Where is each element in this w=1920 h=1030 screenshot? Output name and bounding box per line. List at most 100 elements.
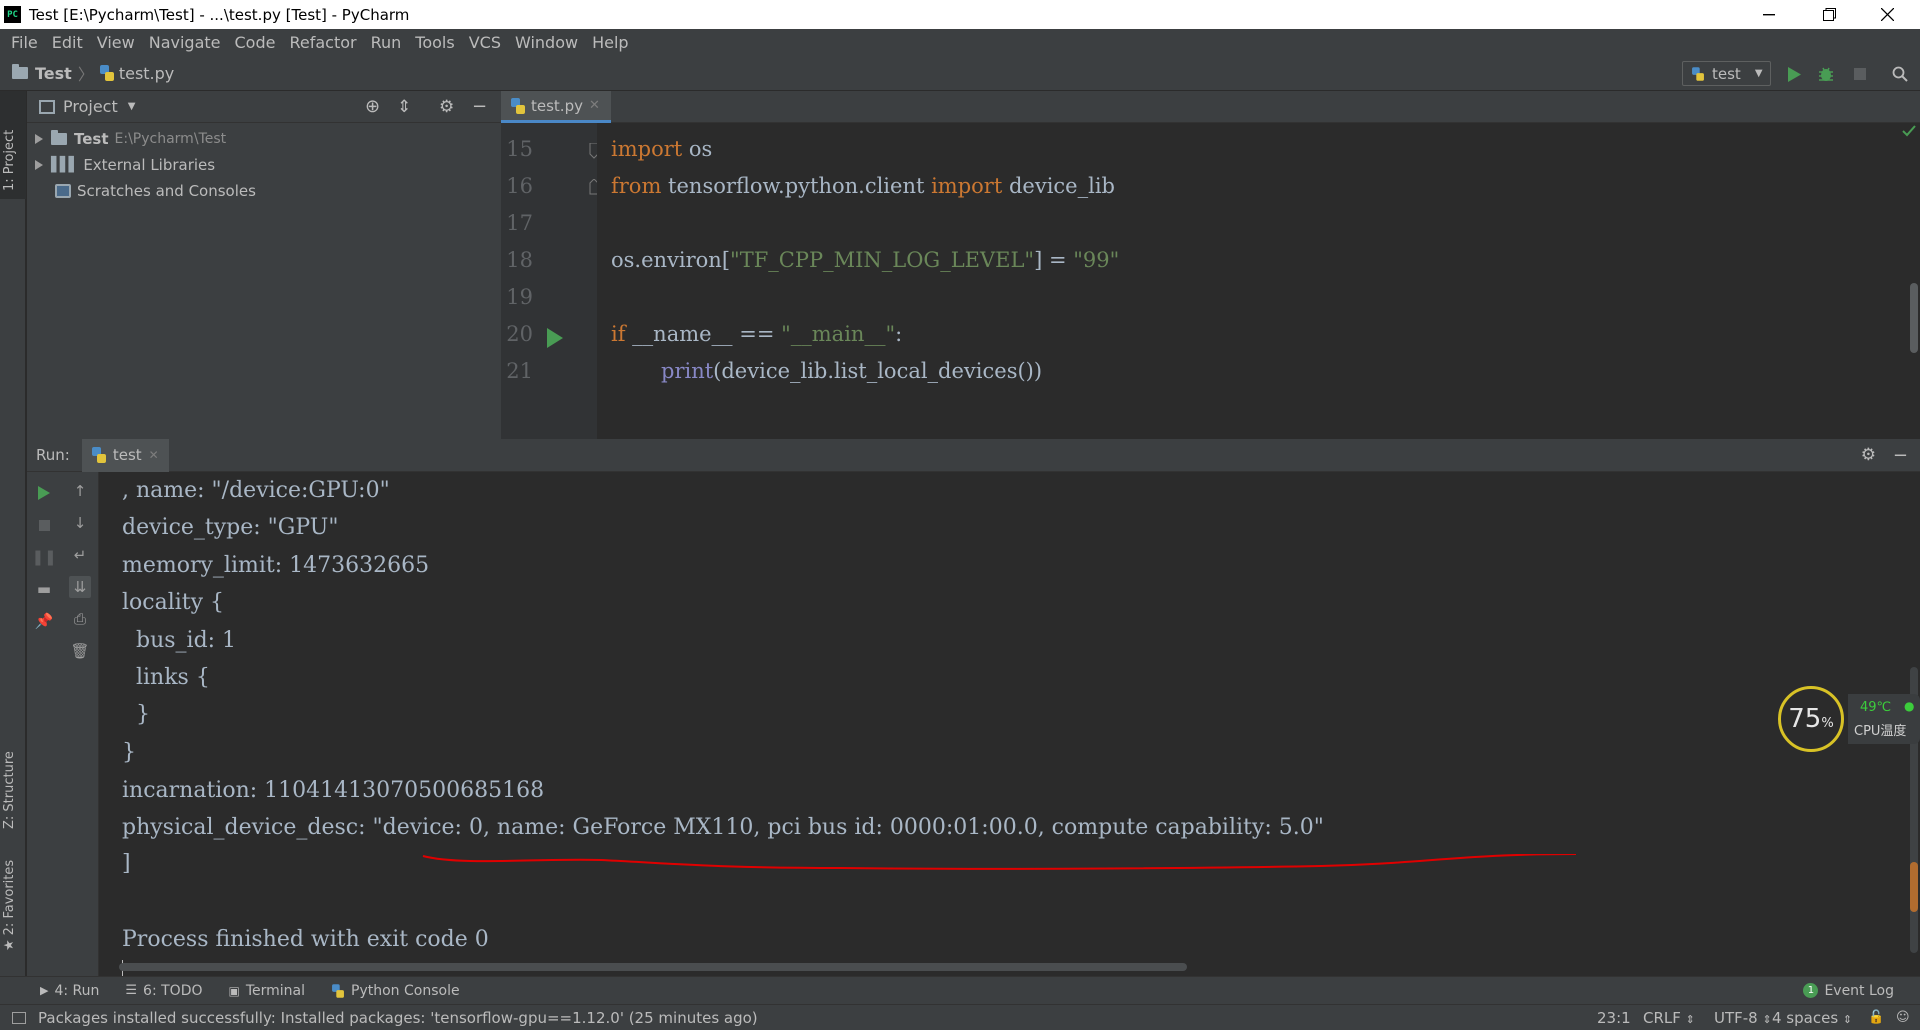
stop-button[interactable] [1850, 64, 1870, 84]
pause-output-button[interactable]: ❚❚ [31, 546, 57, 568]
menu-tools[interactable]: Tools [408, 33, 461, 52]
collapse-all-icon[interactable]: ⇕ [397, 97, 411, 117]
run-gutter-icon[interactable] [547, 328, 563, 348]
cpu-monitor-widget[interactable]: 75% 49℃ ● CPU温度 [1778, 686, 1920, 752]
expand-arrow-icon[interactable] [35, 134, 43, 144]
indent-setting[interactable]: 4 spaces ⇕ [1772, 1009, 1852, 1027]
run-console-output[interactable]: , name: "/device:GPU:0" device_type: "GP… [99, 472, 1920, 976]
cpu-usage-gauge: 75% [1778, 686, 1844, 752]
chevron-down-icon[interactable]: ▼ [128, 101, 136, 112]
tool-tab-run[interactable]: ▶ 4: Run [40, 983, 99, 999]
clear-all-button[interactable]: 🗑 [69, 640, 91, 662]
library-icon: ▌▌▌ [51, 157, 79, 173]
tree-item-external-libraries[interactable]: ▌▌▌ External Libraries [31, 152, 215, 178]
tool-tab-event-log[interactable]: 1 Event Log [1803, 983, 1894, 999]
menu-edit[interactable]: Edit [45, 33, 90, 52]
pin-icon: 📌 [34, 612, 54, 630]
minimize-button[interactable] [1740, 0, 1798, 29]
code-editor[interactable]: import os from tensorflow.python.client … [597, 123, 1920, 439]
gear-icon[interactable]: ⚙ [439, 97, 454, 117]
line-separator[interactable]: CRLF ⇕ [1643, 1009, 1695, 1027]
chevron-updown-icon: ⇕ [1685, 1012, 1695, 1026]
toggle-tool-windows-icon[interactable] [12, 1011, 26, 1024]
python-icon [91, 447, 106, 463]
run-tab-test[interactable]: test ✕ [81, 438, 169, 472]
restore-button[interactable] [1800, 0, 1858, 29]
pycharm-app-icon: PC [4, 6, 21, 23]
soft-wrap-button[interactable]: ↵ [69, 544, 91, 566]
code-line-21: print(device_lib.list_local_devices()) [661, 359, 1043, 383]
close-window-button[interactable] [1858, 0, 1916, 29]
scroll-up-button[interactable]: ↑ [69, 480, 91, 502]
hide-panel-icon[interactable]: − [1893, 445, 1908, 466]
code-line-20: if __name__ == "__main__": [611, 322, 903, 346]
tool-tab-terminal[interactable]: ▣ Terminal [229, 983, 306, 999]
editor-scrollbar[interactable] [1910, 283, 1918, 353]
print-button[interactable]: ⎙ [69, 608, 91, 630]
tool-tab-python-console[interactable]: Python Console [331, 983, 460, 999]
run-button[interactable] [1784, 64, 1804, 84]
menu-run[interactable]: Run [364, 33, 409, 52]
console-line: device_type: "GPU" [122, 515, 339, 540]
menu-navigate[interactable]: Navigate [142, 33, 228, 52]
console-line-device-desc: physical_device_desc: "device: 0, name: … [122, 815, 1324, 840]
stop-run-button[interactable] [33, 514, 55, 536]
tool-tab-project[interactable]: 1: Project [2, 130, 17, 191]
star-icon: ★ [2, 939, 17, 951]
close-tab-icon[interactable]: ✕ [149, 448, 159, 462]
debug-button[interactable] [1816, 64, 1836, 84]
menu-window[interactable]: Window [508, 33, 585, 52]
menu-vcs[interactable]: VCS [462, 33, 508, 52]
console-line: links { [122, 665, 210, 690]
lock-icon[interactable]: 🔓 [1868, 1010, 1884, 1025]
status-message[interactable]: Packages installed successfully: Install… [38, 1009, 758, 1027]
scroll-to-end-button[interactable]: ⇊ [69, 576, 91, 598]
soft-wrap-icon: ↵ [73, 546, 87, 564]
search-everywhere-button[interactable] [1890, 64, 1910, 84]
pin-tab-button[interactable]: 📌 [33, 610, 55, 632]
file-encoding[interactable]: UTF-8 ⇕ [1714, 1009, 1772, 1027]
tree-item-scratches[interactable]: Scratches and Consoles [55, 178, 256, 204]
editor-tab-test-py[interactable]: test.py ✕ [501, 91, 611, 123]
editor-tab-bar [501, 91, 1920, 123]
project-root-path: E:\Pycharm\Test [114, 131, 227, 147]
line-number: 17 [506, 211, 533, 235]
caret-position[interactable]: 23:1 [1597, 1009, 1631, 1027]
menu-file[interactable]: File [4, 33, 45, 52]
project-view-select[interactable]: Project [63, 97, 118, 116]
expand-arrow-icon[interactable] [35, 160, 43, 170]
navigation-bar: Test 〉 test.py [0, 56, 1920, 91]
tool-tab-favorites[interactable]: ★ 2: Favorites [2, 860, 17, 951]
breadcrumb-file[interactable]: test.py [99, 64, 174, 83]
pause-icon: ❚❚ [31, 548, 57, 566]
tool-tab-structure[interactable]: Z: Structure [2, 751, 17, 829]
breadcrumb-project[interactable]: Test 〉 [12, 61, 100, 85]
run-configuration-select[interactable]: test ▼ [1682, 61, 1771, 86]
menu-code[interactable]: Code [228, 33, 283, 52]
window-title: Test [E:\Pycharm\Test] - ...\test.py [Te… [29, 5, 410, 24]
console-line: bus_id: 1 [122, 628, 237, 653]
console-horizontal-scrollbar[interactable] [119, 963, 1187, 971]
tool-tab-todo[interactable]: ☰ 6: TODO [125, 983, 202, 999]
folder-icon [12, 64, 28, 79]
close-tab-icon[interactable]: ✕ [589, 98, 600, 113]
scroll-down-button[interactable]: ↓ [69, 512, 91, 534]
close-icon [1880, 8, 1894, 21]
cpu-temp-label: CPU温度 [1854, 724, 1907, 739]
inspector-icon[interactable]: ☺ [1896, 1010, 1910, 1025]
line-number: 16 [506, 174, 533, 198]
menu-bar: File Edit View Navigate Code Refactor Ru… [0, 29, 1920, 56]
dropdown-arrow-icon: ▼ [1754, 68, 1763, 79]
python-file-icon [99, 65, 114, 81]
menu-refactor[interactable]: Refactor [282, 33, 363, 52]
gear-icon[interactable]: ⚙ [1861, 445, 1876, 465]
menu-help[interactable]: Help [585, 33, 635, 52]
python-console-icon [332, 983, 344, 998]
tree-item-project-root[interactable]: Test E:\Pycharm\Test [31, 126, 226, 152]
locate-file-icon[interactable]: ⊕ [365, 96, 380, 117]
hide-panel-icon[interactable]: − [472, 96, 487, 117]
menu-view[interactable]: View [90, 33, 142, 52]
minimize-icon [1763, 13, 1775, 15]
rerun-button[interactable] [33, 482, 55, 504]
restore-layout-button[interactable]: ▬ [33, 578, 55, 600]
